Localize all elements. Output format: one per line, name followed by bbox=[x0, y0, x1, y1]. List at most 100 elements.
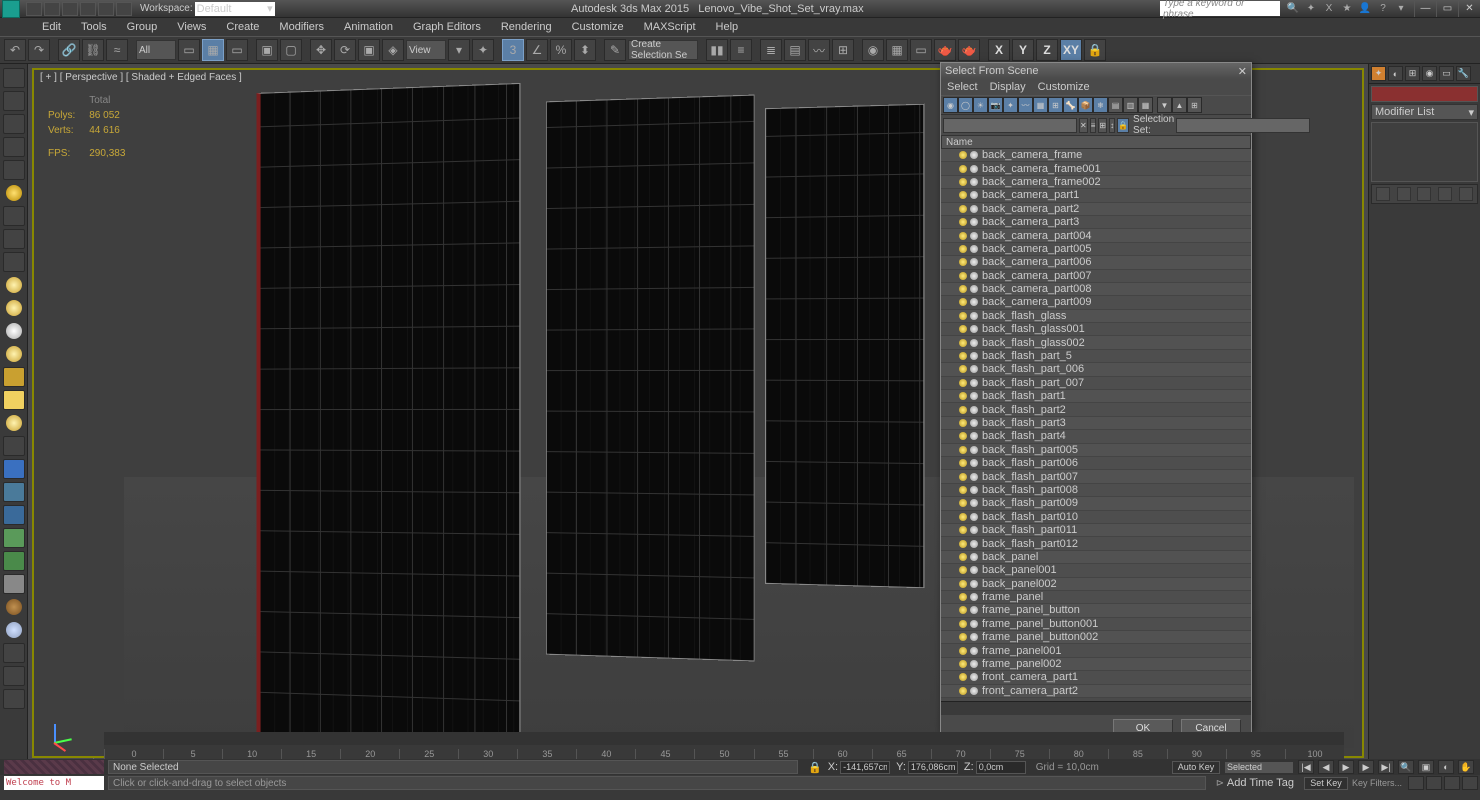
filter-frozen-icon[interactable]: ❄ bbox=[1093, 97, 1108, 113]
visibility-icon[interactable] bbox=[959, 365, 967, 373]
prev-frame-icon[interactable]: ◀ bbox=[1318, 760, 1334, 774]
list-item[interactable]: back_flash_part_5 bbox=[941, 350, 1251, 363]
modifier-stack[interactable] bbox=[1371, 122, 1478, 182]
viewport-label[interactable]: [ + ] [ Perspective ] [ Shaded + Edged F… bbox=[40, 72, 242, 83]
curve-editor-icon[interactable]: 〰 bbox=[808, 39, 830, 61]
lt-grid2-icon[interactable] bbox=[3, 643, 25, 663]
lock-icon[interactable]: 🔒 bbox=[1117, 118, 1129, 133]
lt-last-icon[interactable] bbox=[3, 666, 25, 686]
visibility-icon[interactable] bbox=[959, 526, 967, 534]
visibility-icon[interactable] bbox=[959, 606, 967, 614]
dialog-menu-select[interactable]: Select bbox=[947, 81, 978, 93]
motion-tab-icon[interactable]: ◉ bbox=[1422, 66, 1437, 81]
dialog-search-input[interactable] bbox=[943, 118, 1077, 133]
align-icon[interactable]: ≡ bbox=[730, 39, 752, 61]
list-item[interactable]: back_camera_part007 bbox=[941, 270, 1251, 283]
menu-views[interactable]: Views bbox=[167, 19, 216, 35]
list-item[interactable]: back_flash_part010 bbox=[941, 511, 1251, 524]
list-item[interactable]: back_flash_part007 bbox=[941, 470, 1251, 483]
sphere5-icon[interactable] bbox=[6, 415, 22, 431]
filter-cam-icon[interactable]: 📷 bbox=[988, 97, 1003, 113]
object-name-field[interactable] bbox=[1371, 86, 1478, 102]
filter-xref-icon[interactable]: ⊞ bbox=[1048, 97, 1063, 113]
axis-x[interactable]: X bbox=[988, 39, 1010, 61]
rendered-frame-icon[interactable]: ▭ bbox=[910, 39, 932, 61]
qat-project-icon[interactable] bbox=[116, 2, 132, 16]
visibility-icon[interactable] bbox=[959, 392, 967, 400]
undo-icon[interactable]: ↶ bbox=[4, 39, 26, 61]
list-item[interactable]: back_flash_part1 bbox=[941, 390, 1251, 403]
visibility-icon[interactable] bbox=[959, 486, 967, 494]
list-item[interactable]: frame_panel_button bbox=[941, 604, 1251, 617]
axis-lock-icon[interactable]: 🔒 bbox=[1084, 39, 1106, 61]
dialog-menu-display[interactable]: Display bbox=[990, 81, 1026, 93]
filter-helper-icon[interactable]: ✦ bbox=[1003, 97, 1018, 113]
goto-end-icon[interactable]: ▶| bbox=[1378, 760, 1394, 774]
visibility-icon[interactable] bbox=[959, 540, 967, 548]
visibility-icon[interactable] bbox=[959, 165, 967, 173]
hierarchy-tab-icon[interactable]: ⊞ bbox=[1405, 66, 1420, 81]
utilities-tab-icon[interactable]: 🔧 bbox=[1456, 66, 1471, 81]
menu-edit[interactable]: Edit bbox=[32, 19, 71, 35]
nav-orbit-icon[interactable] bbox=[1408, 776, 1424, 790]
dialog-list-header[interactable]: Name bbox=[941, 135, 1251, 149]
help-icon[interactable]: ? bbox=[1376, 2, 1390, 16]
visibility-icon[interactable] bbox=[959, 178, 967, 186]
visibility-icon[interactable] bbox=[959, 258, 967, 266]
menu-modifiers[interactable]: Modifiers bbox=[269, 19, 334, 35]
filter-group-icon[interactable]: ▦ bbox=[1033, 97, 1048, 113]
schematic-icon[interactable]: ⊞ bbox=[832, 39, 854, 61]
list-item[interactable]: back_camera_part005 bbox=[941, 243, 1251, 256]
coord-y-input[interactable] bbox=[908, 761, 958, 774]
manipulate-icon[interactable]: ✦ bbox=[472, 39, 494, 61]
select-icon[interactable]: ▭ bbox=[178, 39, 200, 61]
lt-sun-icon[interactable] bbox=[3, 390, 25, 410]
dialog-object-list[interactable]: back_camera_frameback_camera_frame001bac… bbox=[941, 149, 1251, 701]
list-item[interactable]: back_camera_part006 bbox=[941, 256, 1251, 269]
lt-spiral-icon[interactable] bbox=[3, 574, 25, 594]
sphere3-icon[interactable] bbox=[6, 323, 22, 339]
select-by-name-icon[interactable]: ▦ bbox=[202, 39, 224, 61]
workspace-dropdown[interactable]: Default▾ bbox=[195, 2, 275, 16]
maxscript-mini[interactable]: Welcome to M bbox=[4, 776, 104, 790]
list-item[interactable]: back_flash_part011 bbox=[941, 524, 1251, 537]
lt-tool1-icon[interactable] bbox=[3, 160, 25, 180]
list-item[interactable]: back_flash_part_007 bbox=[941, 377, 1251, 390]
list-item[interactable]: back_flash_part3 bbox=[941, 417, 1251, 430]
signin-icon[interactable]: 👤 bbox=[1358, 2, 1372, 16]
visibility-icon[interactable] bbox=[959, 553, 967, 561]
paint-select-icon[interactable]: ▢ bbox=[280, 39, 302, 61]
nav-fov-icon[interactable]: ◐ bbox=[1438, 760, 1454, 774]
lt-blue-icon[interactable] bbox=[3, 459, 25, 479]
timeline-ruler[interactable]: 0510152025303540455055606570758085909510… bbox=[104, 745, 1344, 759]
expand-icon[interactable]: ▼ bbox=[1157, 97, 1172, 113]
layers-icon[interactable]: ≣ bbox=[760, 39, 782, 61]
configure-icon[interactable] bbox=[1459, 187, 1473, 201]
lt-half-icon[interactable] bbox=[3, 229, 25, 249]
list-item[interactable]: back_flash_part2 bbox=[941, 403, 1251, 416]
list-item[interactable]: frame_panel bbox=[941, 591, 1251, 604]
search-icon[interactable]: 🔍 bbox=[1286, 2, 1300, 16]
list-item[interactable]: front_camera_part2 bbox=[941, 685, 1251, 698]
window-crossing-icon[interactable]: ▣ bbox=[256, 39, 278, 61]
close-button[interactable]: ✕ bbox=[1458, 1, 1480, 17]
visibility-icon[interactable] bbox=[959, 191, 967, 199]
sync-icon[interactable]: ↕ bbox=[1109, 118, 1115, 133]
dialog-close-icon[interactable]: ✕ bbox=[1238, 65, 1247, 78]
unlink-icon[interactable]: ⛓ bbox=[82, 39, 104, 61]
nav-zoom2-icon[interactable] bbox=[1426, 776, 1442, 790]
layer-explorer-icon[interactable]: ▤ bbox=[784, 39, 806, 61]
filter-shape-icon[interactable]: ◯ bbox=[958, 97, 973, 113]
visibility-icon[interactable] bbox=[959, 593, 967, 601]
list-item[interactable]: front_camera_part1 bbox=[941, 671, 1251, 684]
collapse-icon[interactable]: ▲ bbox=[1172, 97, 1187, 113]
goto-start-icon[interactable]: |◀ bbox=[1298, 760, 1314, 774]
sphere-blue-icon[interactable] bbox=[6, 622, 22, 638]
list-item[interactable]: back_flash_part_006 bbox=[941, 363, 1251, 376]
ref-coord-dropdown[interactable]: View bbox=[406, 40, 446, 60]
coord-z-input[interactable] bbox=[976, 761, 1026, 774]
qat-save-icon[interactable] bbox=[62, 2, 78, 16]
nav-zoomall-icon[interactable]: ▣ bbox=[1418, 760, 1434, 774]
filter-geom-icon[interactable]: ◉ bbox=[943, 97, 958, 113]
list-item[interactable]: back_flash_part008 bbox=[941, 484, 1251, 497]
